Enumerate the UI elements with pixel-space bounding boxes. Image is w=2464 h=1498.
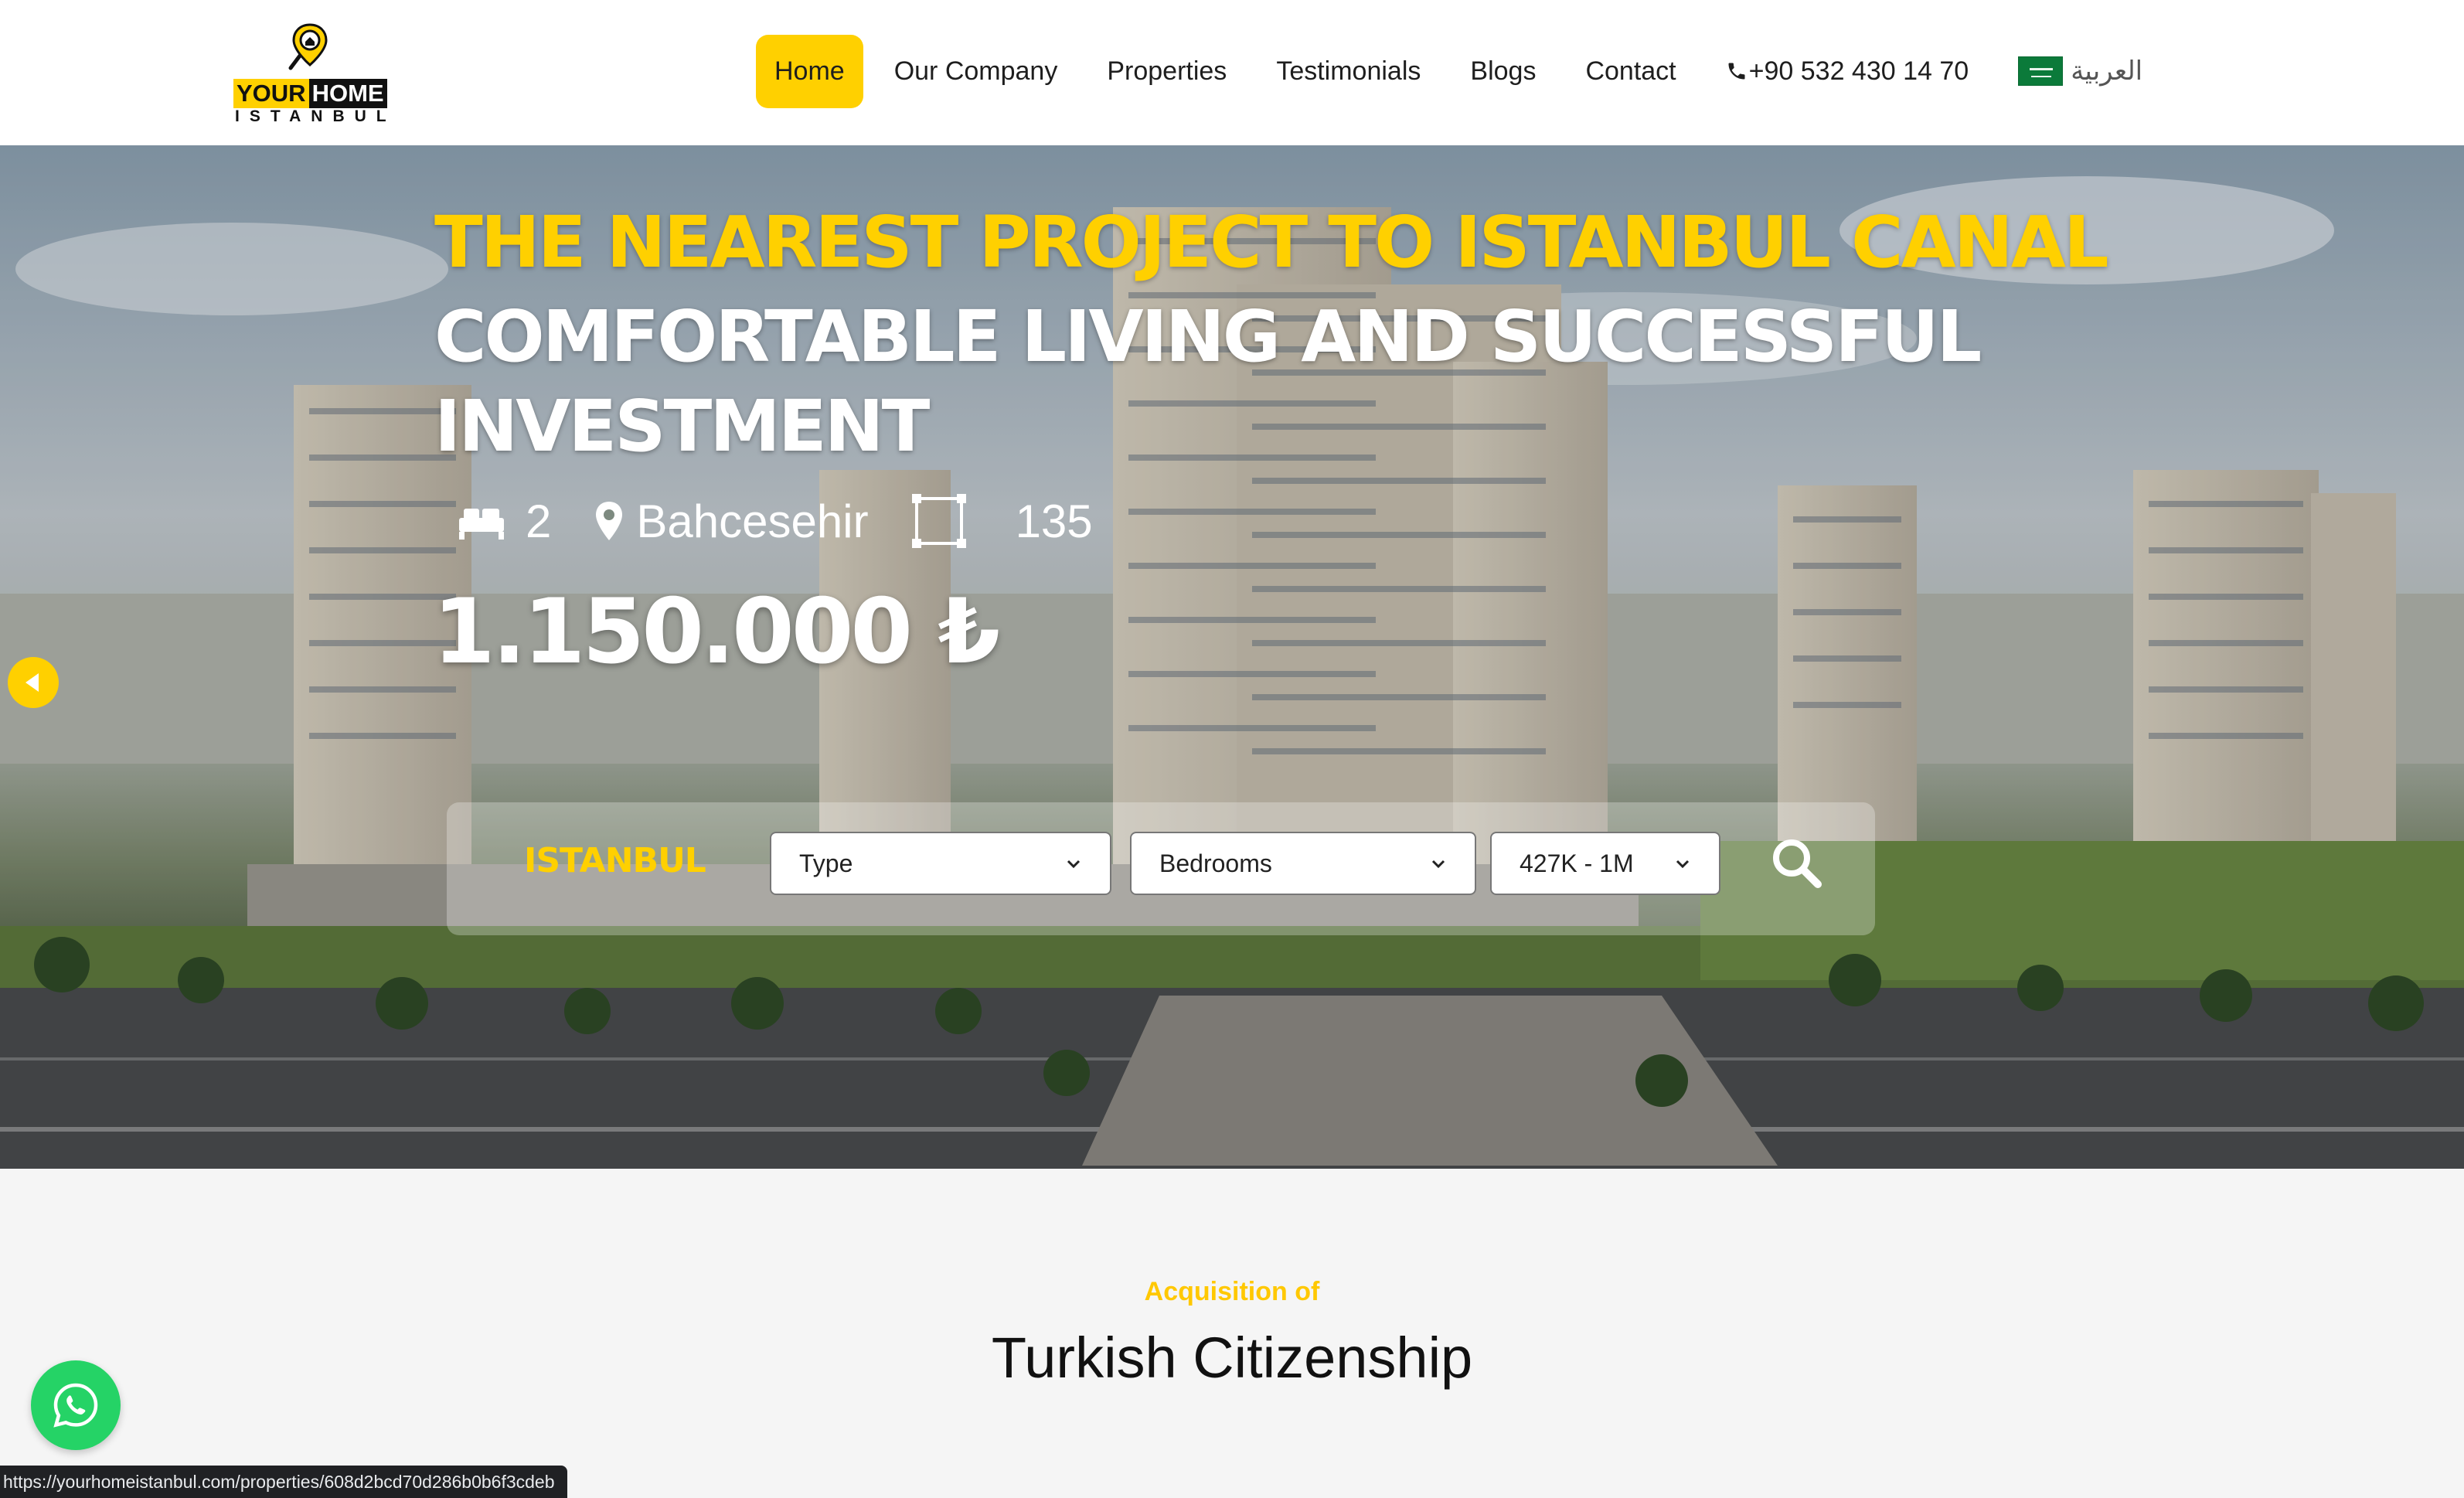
search-icon: [1773, 839, 1822, 888]
phone-icon: [1728, 63, 1745, 80]
section-title: Turkish Citizenship: [991, 1326, 1473, 1390]
search-city-label: ISTANBUL: [524, 841, 706, 880]
nav-properties[interactable]: Properties: [1107, 56, 1227, 87]
magnifier-house-pin-icon: [288, 23, 328, 70]
logo-word-city: ISTANBUL: [235, 107, 396, 125]
bedrooms-select[interactable]: Bedrooms: [1130, 832, 1476, 895]
logo-word-home: HOME: [308, 79, 387, 108]
hero-slider: THE NEAREST PROJECT TO ISTANBUL CANAL CO…: [0, 145, 2464, 1169]
logo-word-your: YOUR: [233, 79, 309, 108]
main-nav: Home Our Company Properties Testimonials…: [756, 32, 2142, 110]
whatsapp-icon: [53, 1383, 98, 1428]
language-switcher[interactable]: العربية: [2018, 56, 2142, 87]
chevron-down-icon: [1431, 860, 1445, 869]
chevron-left-icon: [26, 673, 39, 692]
chevron-down-icon: [1676, 860, 1690, 869]
hero-property-facts: 2 Bahcesehir 135: [456, 484, 1136, 558]
nav-testimonials[interactable]: Testimonials: [1276, 56, 1421, 87]
nav-home[interactable]: Home: [756, 34, 863, 108]
price-range-select[interactable]: 427K - 1M: [1490, 832, 1720, 895]
nav-blogs[interactable]: Blogs: [1470, 56, 1536, 87]
language-label: العربية: [2071, 56, 2143, 86]
nav-our-company[interactable]: Our Company: [894, 56, 1058, 87]
search-button[interactable]: [1765, 832, 1827, 894]
area-square-icon: [911, 494, 966, 548]
location-value: Bahcesehir: [636, 495, 869, 547]
hero-price: 1.150.000 ₺: [433, 580, 1000, 684]
fact-bedrooms: 2: [456, 495, 551, 548]
section-eyebrow: Acquisition of: [1144, 1277, 1320, 1306]
phone-number: +90 532 430 14 70: [1748, 56, 1969, 86]
site-header: YOUR HOME ISTANBUL Home Our Company Prop…: [0, 0, 2464, 145]
hero-title-line2: COMFORTABLE LIVING AND SUCCESSFUL INVEST…: [434, 295, 1982, 468]
type-select[interactable]: Type: [770, 832, 1111, 895]
nav-phone-link[interactable]: +90 532 430 14 70: [1726, 56, 1969, 87]
site-logo[interactable]: YOUR HOME ISTANBUL: [232, 22, 396, 125]
fact-area: 135: [911, 494, 1093, 548]
whatsapp-button[interactable]: [31, 1360, 121, 1450]
saudi-flag-icon: [2018, 56, 2064, 86]
slider-prev-button[interactable]: [8, 657, 59, 708]
area-value: 135: [1015, 495, 1093, 547]
bedrooms-select-value: Bedrooms: [1159, 849, 1272, 877]
hero-title-line1: THE NEAREST PROJECT TO ISTANBUL CANAL: [434, 201, 2109, 284]
bedrooms-value: 2: [526, 495, 552, 547]
map-pin-icon: [596, 502, 623, 540]
browser-status-url: https://yourhomeistanbul.com/properties/…: [0, 1466, 567, 1498]
bed-icon: [459, 509, 504, 540]
type-select-value: Type: [799, 849, 853, 877]
fact-location: Bahcesehir: [594, 495, 869, 548]
nav-contact[interactable]: Contact: [1585, 56, 1676, 87]
price-range-select-value: 427K - 1M: [1520, 849, 1634, 877]
chevron-down-icon: [1067, 860, 1081, 869]
property-search-form: ISTANBUL Type Bedrooms 427K - 1M: [447, 802, 1875, 935]
logo-wordmark: YOUR HOME: [233, 79, 387, 108]
